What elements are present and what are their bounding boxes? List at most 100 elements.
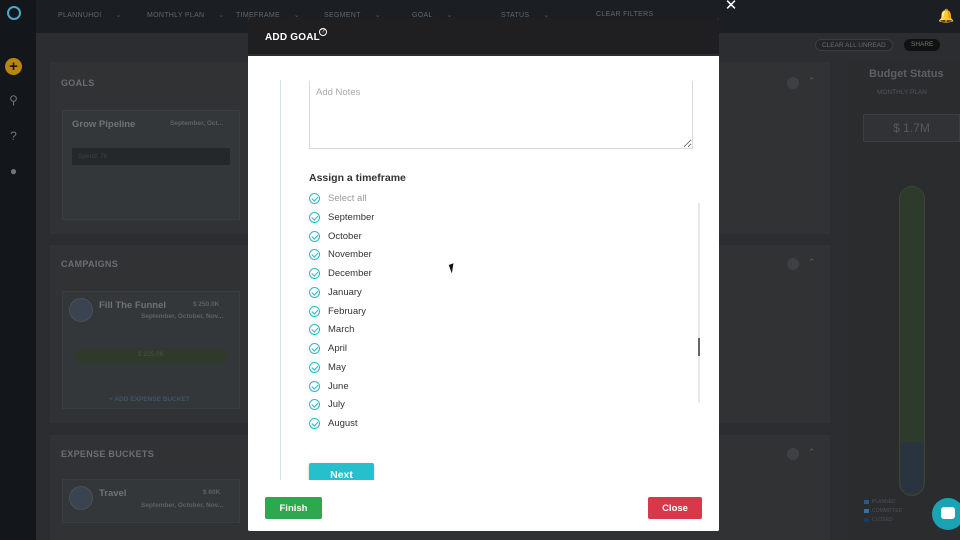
add-expense-icon[interactable]: [787, 448, 799, 460]
add-campaign-icon[interactable]: [787, 258, 799, 270]
checkbox-label: July: [328, 399, 345, 410]
expense-card[interactable]: Travel $ 60K September, October, Nov...: [62, 479, 240, 523]
modal-body: Assign a timeframe Select all September …: [248, 58, 719, 486]
checkbox-february[interactable]: February: [309, 303, 366, 320]
check-circle-icon: [309, 287, 320, 298]
budget-status-panel: Budget Status MONTHLY PLAN $ 1.7M PLANNE…: [848, 62, 960, 540]
campaign-card-amount: $ 250.0K: [193, 301, 220, 308]
check-circle-icon: [309, 231, 320, 242]
budget-plan-select[interactable]: MONTHLY PLAN: [877, 89, 927, 96]
check-circle-icon: [309, 324, 320, 335]
checkbox-november[interactable]: November: [309, 246, 372, 263]
bell-icon[interactable]: 🔔: [938, 8, 954, 24]
help-icon[interactable]: ?: [7, 130, 20, 143]
chevron-up-icon[interactable]: ⌃: [808, 257, 816, 268]
checkbox-label: February: [328, 306, 367, 317]
budget-gauge-reserved: [901, 442, 923, 494]
expense-card-timeframe: September, October, Nov...: [141, 502, 224, 509]
check-circle-icon: [309, 343, 320, 354]
legend-planned: PLANNED: [864, 499, 896, 505]
check-circle-icon: [309, 193, 320, 204]
filter-label: PLANNUHOI: [58, 12, 102, 19]
campaign-card[interactable]: Fill The Funnel $ 250.0K September, Octo…: [62, 291, 240, 409]
campaign-card-title: Fill The Funnel: [99, 300, 167, 311]
filter-label: CLEAR FILTERS: [596, 11, 654, 18]
campaign-budget-bar: $ 225.0K: [74, 348, 228, 364]
budget-total-amount: $ 1.7M: [863, 114, 960, 142]
close-icon[interactable]: ✕: [724, 0, 738, 13]
checkbox-select-all[interactable]: Select all: [309, 190, 367, 207]
checkbox-december[interactable]: December: [309, 265, 372, 282]
filter-label: MONTHLY PLAN: [147, 12, 205, 19]
add-goal-icon[interactable]: [787, 77, 799, 89]
chevron-down-icon: ⌄: [218, 12, 225, 19]
checkbox-august[interactable]: August: [309, 415, 358, 432]
checkbox-label: August: [328, 418, 358, 429]
campaign-card-timeframe: September, October, Nov...: [141, 313, 224, 320]
goal-card-title: Grow Pipeline: [72, 119, 136, 130]
panel-title: EXPENSE BUCKETS: [61, 449, 155, 459]
search-icon[interactable]: ⚲: [7, 94, 20, 107]
checkbox-label: January: [328, 287, 362, 298]
share-button[interactable]: SHARE: [904, 39, 941, 51]
checkbox-march[interactable]: March: [309, 321, 354, 338]
check-circle-icon: [309, 249, 320, 260]
goal-progress-bar: Spend: 7k: [72, 148, 230, 165]
clear-filters-link[interactable]: CLEAR FILTERS: [596, 11, 653, 18]
legend-label: PLANNED: [872, 499, 896, 505]
goal-card[interactable]: Grow Pipeline September, Oct... Spend: 7…: [62, 110, 240, 220]
checklist-scrollbar[interactable]: [698, 203, 700, 403]
add-icon[interactable]: +: [5, 58, 22, 75]
panel-title: GOALS: [61, 78, 95, 88]
checkbox-september[interactable]: September: [309, 209, 374, 226]
checkbox-label: November: [328, 249, 372, 260]
checkbox-label: April: [328, 343, 348, 354]
checkbox-label: December: [328, 268, 372, 279]
checkbox-october[interactable]: October: [309, 228, 362, 245]
filter-monthly-plan[interactable]: MONTHLY PLAN ⌄: [147, 11, 225, 19]
legend-label: COMMITTED: [872, 508, 903, 514]
chevron-up-icon[interactable]: ⌃: [808, 447, 816, 458]
checkbox-january[interactable]: January: [309, 284, 362, 301]
campaign-owner-avatar: [69, 298, 93, 322]
finish-button[interactable]: Finish: [265, 497, 322, 519]
checkbox-label: September: [328, 212, 375, 223]
legend-committed: COMMITTED: [864, 508, 902, 514]
checkbox-label: June: [328, 381, 349, 392]
checkbox-june[interactable]: June: [309, 378, 349, 395]
expense-card-title: Travel: [99, 488, 127, 499]
expense-owner-avatar: [69, 486, 93, 510]
step-divider-line: [280, 80, 281, 484]
panel-title: CAMPAIGNS: [61, 259, 119, 269]
modal-header: ADD GOAL ?: [248, 18, 719, 56]
check-circle-icon: [309, 268, 320, 279]
timeframe-heading: Assign a timeframe: [309, 172, 406, 184]
chat-icon[interactable]: [932, 498, 960, 530]
checkbox-july[interactable]: July: [309, 396, 345, 413]
check-circle-icon: [309, 399, 320, 410]
add-goal-modal: ADD GOAL ? Assign a timeframe Select all…: [248, 18, 719, 531]
checkbox-may[interactable]: May: [309, 359, 346, 376]
goal-card-timeframe: September, Oct...: [170, 120, 224, 127]
checkbox-april[interactable]: April: [309, 340, 347, 357]
checkbox-label: May: [328, 362, 346, 373]
question-circle-icon[interactable]: ?: [319, 28, 327, 36]
modal-footer: Finish Close: [248, 480, 719, 531]
clear-all-unread-button[interactable]: CLEAR ALL UNREAD: [815, 39, 893, 51]
user-icon[interactable]: ●: [7, 165, 20, 178]
checklist-scrollbar-thumb[interactable]: [698, 338, 700, 356]
legend-label: CLOSED: [872, 517, 893, 523]
checkbox-label: March: [328, 324, 355, 335]
add-expense-bucket-link[interactable]: + ADD EXPENSE BUCKET: [109, 396, 190, 403]
check-circle-icon: [309, 362, 320, 373]
notes-textarea[interactable]: [309, 81, 693, 149]
close-button[interactable]: Close: [648, 497, 702, 519]
legend-closed: CLOSED: [864, 517, 893, 523]
checkbox-label: Select all: [328, 193, 367, 204]
filter-plan[interactable]: PLANNUHOI ⌄: [58, 11, 122, 19]
app-logo-icon[interactable]: [7, 6, 21, 20]
check-circle-icon: [309, 418, 320, 429]
check-circle-icon: [309, 306, 320, 317]
chevron-down-icon: ⌄: [115, 12, 122, 19]
chevron-up-icon[interactable]: ⌃: [808, 76, 816, 87]
